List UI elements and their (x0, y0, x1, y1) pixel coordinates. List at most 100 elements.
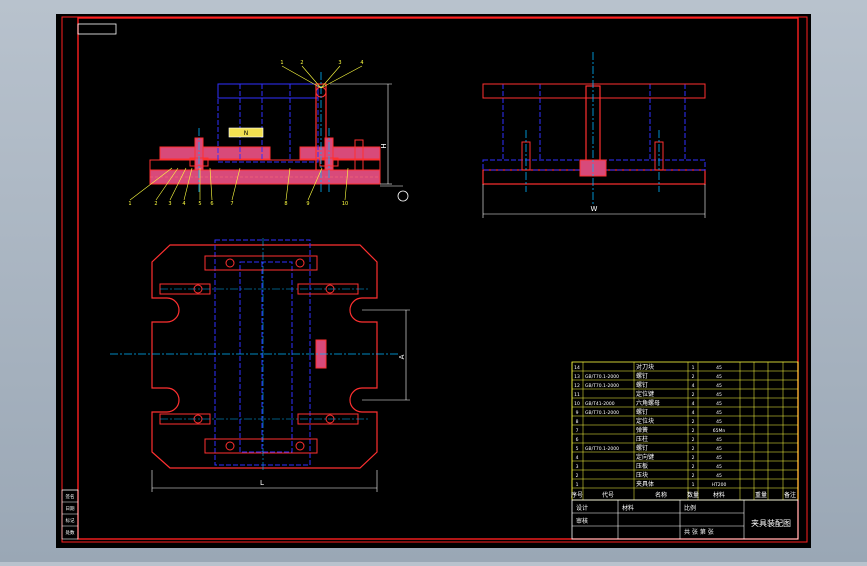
leader-balloon-bottom: 1 (128, 201, 131, 207)
titleblock-designer: 设计 (576, 504, 588, 512)
bom-cell: 4 (576, 455, 579, 461)
leader-balloon-bottom: 9 (306, 201, 309, 207)
front-clamp-plate-left (159, 146, 271, 160)
bom-cell: 1 (692, 365, 695, 371)
bom-cell: 3 (576, 464, 579, 470)
bom-cell: 45 (716, 437, 722, 443)
titleblock-title: 夹具装配图 (751, 518, 791, 528)
bom-cell: 4 (692, 383, 695, 389)
bom-cell: 2 (692, 464, 695, 470)
leader-balloon-bottom: 6 (210, 201, 213, 207)
bom-cell: GB/T70.1-2000 (585, 383, 619, 389)
bom-header-cell: 重量 (755, 491, 767, 499)
bom-cell: 六角螺母 (636, 399, 660, 407)
bom-cell: GB/T70.1-2000 (585, 374, 619, 380)
left-strip-cell: 签名 (66, 493, 75, 500)
bom-cell: GB/T70.1-2000 (585, 410, 619, 416)
bom-cell: 45 (716, 383, 722, 389)
leader-balloon-bottom: 2 (154, 201, 157, 207)
bom-cell: 10 (574, 401, 580, 407)
bom-cell: GB/T70.1-2000 (585, 446, 619, 452)
bom-cell: 7 (576, 428, 579, 434)
bom-cell: 定位块 (636, 417, 654, 425)
bom-cell: 压块 (636, 471, 648, 479)
front-dim-text: H (380, 143, 388, 148)
leader-balloon-bottom: 5 (198, 201, 201, 207)
bom-cell: 定向键 (636, 453, 654, 461)
bom-cell: 9 (576, 410, 579, 416)
titleblock-sheet: 共 张 第 张 (684, 528, 714, 536)
bom-header-cell: 备注 (784, 491, 796, 499)
bom-cell: 5 (576, 446, 579, 452)
bom-cell: 45 (716, 419, 722, 425)
bom-cell: 2 (692, 419, 695, 425)
bom-cell: 4 (692, 410, 695, 416)
bom-cell: 1 (576, 482, 579, 488)
bom-cell: 螺钉 (636, 372, 648, 380)
titleblock-checker: 审核 (576, 517, 588, 525)
bom-cell: 45 (716, 446, 722, 452)
bom-cell: 2 (576, 473, 579, 479)
leader-balloon-bottom: 8 (284, 201, 287, 207)
titleblock-material: 材料 (622, 504, 634, 512)
side-dim-text: W (591, 205, 598, 213)
bom-cell: 45 (716, 401, 722, 407)
bom-cell: 45 (716, 410, 722, 416)
plan-dim-text: A (398, 354, 406, 359)
bom-cell: 2 (692, 473, 695, 479)
bom-cell: 45 (716, 473, 722, 479)
bom-cell: 定位键 (636, 390, 654, 398)
leader-balloon-top: 3 (338, 60, 341, 66)
left-strip-cell: 日期 (66, 506, 75, 512)
titleblock-scale: 比例 (684, 504, 696, 512)
bom-cell: 45 (716, 365, 722, 371)
bom-header-cell: 序号 (571, 491, 583, 499)
bom-cell: 6 (576, 437, 579, 443)
plan-dim-text-bottom: L (260, 479, 264, 487)
front-clamp-plate-right (299, 146, 381, 160)
bom-header-cell: 材料 (713, 491, 725, 499)
bom-header-cell: 数量 (687, 491, 699, 499)
bom-cell: 45 (716, 392, 722, 398)
bom-header-cell: 代号 (602, 491, 614, 499)
leader-balloon-top: 2 (300, 60, 303, 66)
bom-cell: 压柱 (636, 435, 648, 443)
leader-balloon-bottom: 4 (182, 201, 185, 207)
bom-cell: 45 (716, 374, 722, 380)
bom-cell: 2 (692, 374, 695, 380)
bom-cell: 夹具体 (636, 480, 654, 488)
bom-cell: 14 (574, 365, 580, 371)
bom-cell: 65Mn (713, 428, 726, 434)
front-nameplate-text: N (244, 130, 249, 137)
bom-cell: 4 (692, 401, 695, 407)
bom-cell: 2 (692, 437, 695, 443)
cad-drawing-viewport: N H 1 2 3 4 5 6 7 8 9 10 1234 W A L 签名 日… (0, 0, 867, 562)
leader-balloon-bottom: 3 (168, 201, 171, 207)
leader-balloon-top: 1 (280, 60, 283, 66)
bom-cell: 2 (692, 455, 695, 461)
bom-cell: 螺钉 (636, 408, 648, 416)
bom-cell: 2 (692, 428, 695, 434)
leader-balloon-bottom: 7 (230, 201, 233, 207)
bom-cell: 1 (692, 482, 695, 488)
leader-balloon-top: 4 (360, 60, 363, 66)
bom-cell: 弹簧 (636, 426, 648, 434)
bom-cell: GB/T41-2000 (585, 401, 615, 407)
bom-cell: 45 (716, 455, 722, 461)
bom-cell: 螺钉 (636, 444, 648, 452)
bom-cell: 8 (576, 419, 579, 425)
leader-balloon-bottom: 10 (342, 201, 348, 207)
bom-header-cell: 名称 (655, 491, 667, 499)
left-strip-cell: 标记 (66, 517, 75, 524)
bom-cell: 压板 (636, 462, 648, 470)
drawing-sheet: N H 1 2 3 4 5 6 7 8 9 10 1234 W A L 签名日期… (56, 14, 811, 548)
bom-cell: 11 (574, 392, 580, 398)
bom-cell: 2 (692, 392, 695, 398)
bom-cell: HT200 (712, 482, 727, 488)
bom-cell: 螺钉 (636, 381, 648, 389)
bom-cell: 13 (574, 374, 580, 380)
left-strip-cell: 处数 (66, 529, 75, 536)
bom-cell: 对刀块 (636, 363, 654, 371)
bom-cell: 2 (692, 446, 695, 452)
bom-cell: 12 (574, 383, 580, 389)
